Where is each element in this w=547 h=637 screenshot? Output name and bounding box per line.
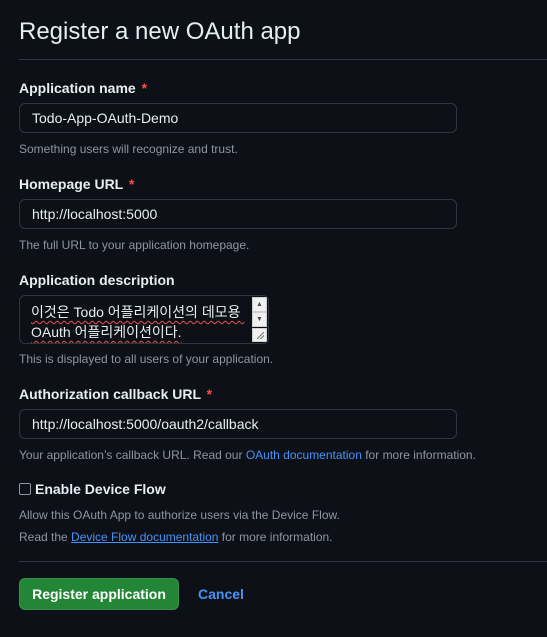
callback-hint-suffix: for more information.	[361, 448, 476, 462]
callback-url-input[interactable]: http://localhost:5000/oauth2/callback	[19, 409, 457, 439]
description-textarea[interactable]: 이것은 Todo 어플리케이션의 데모용 OAuth 어플리케이션이다. ▲ ▼	[19, 295, 269, 344]
device-flow-hint: Allow this OAuth App to authorize users …	[19, 508, 340, 522]
app-name-label-text: Application name	[19, 80, 136, 96]
device-flow-checkbox[interactable]	[19, 483, 31, 495]
device-flow-row[interactable]: Enable Device Flow	[19, 481, 166, 497]
app-name-value: Todo-App-OAuth-Demo	[32, 110, 179, 126]
triangle-down-icon[interactable]: ▼	[252, 312, 267, 327]
app-name-label: Application name *	[19, 80, 147, 96]
textarea-scrollbar[interactable]: ▲ ▼	[252, 297, 267, 327]
homepage-url-label: Homepage URL *	[19, 176, 134, 192]
homepage-url-input[interactable]: http://localhost:5000	[19, 199, 457, 229]
triangle-up-icon[interactable]: ▲	[252, 297, 267, 312]
device-flow-hint-prefix: Read the	[19, 530, 72, 544]
resize-grip-icon[interactable]	[252, 328, 267, 342]
callback-url-label: Authorization callback URL *	[19, 386, 212, 402]
callback-url-label-text: Authorization callback URL	[19, 386, 201, 402]
description-hint: This is displayed to all users of your a…	[19, 352, 274, 366]
homepage-url-hint: The full URL to your application homepag…	[19, 238, 250, 252]
oauth-documentation-link[interactable]: OAuth documentation	[246, 448, 362, 462]
register-application-button[interactable]: Register application	[19, 578, 179, 610]
app-name-input[interactable]: Todo-App-OAuth-Demo	[19, 103, 457, 133]
app-name-hint: Something users will recognize and trust…	[19, 142, 238, 156]
device-flow-hint-suffix: for more information.	[218, 530, 333, 544]
actions-divider	[19, 561, 547, 562]
callback-url-hint: Your application’s callback URL. Read ou…	[19, 448, 476, 462]
callback-hint-prefix: Your application’s callback URL. Read ou…	[19, 448, 246, 462]
callback-url-value: http://localhost:5000/oauth2/callback	[32, 416, 259, 432]
required-mark: *	[141, 80, 148, 96]
device-flow-label[interactable]: Enable Device Flow	[35, 481, 166, 497]
required-mark: *	[128, 176, 135, 192]
homepage-url-value: http://localhost:5000	[32, 206, 158, 222]
required-mark: *	[206, 386, 213, 402]
device-flow-doc-hint: Read the Device Flow documentation for m…	[19, 530, 333, 544]
page-title: Register a new OAuth app	[19, 18, 301, 45]
description-value: 이것은 Todo 어플리케이션의 데모용 OAuth 어플리케이션이다.	[31, 304, 245, 340]
cancel-button[interactable]: Cancel	[198, 586, 244, 602]
title-divider	[19, 59, 547, 60]
device-flow-documentation-link[interactable]: Device Flow documentation	[71, 530, 218, 544]
homepage-url-label-text: Homepage URL	[19, 176, 123, 192]
description-label: Application description	[19, 272, 175, 288]
